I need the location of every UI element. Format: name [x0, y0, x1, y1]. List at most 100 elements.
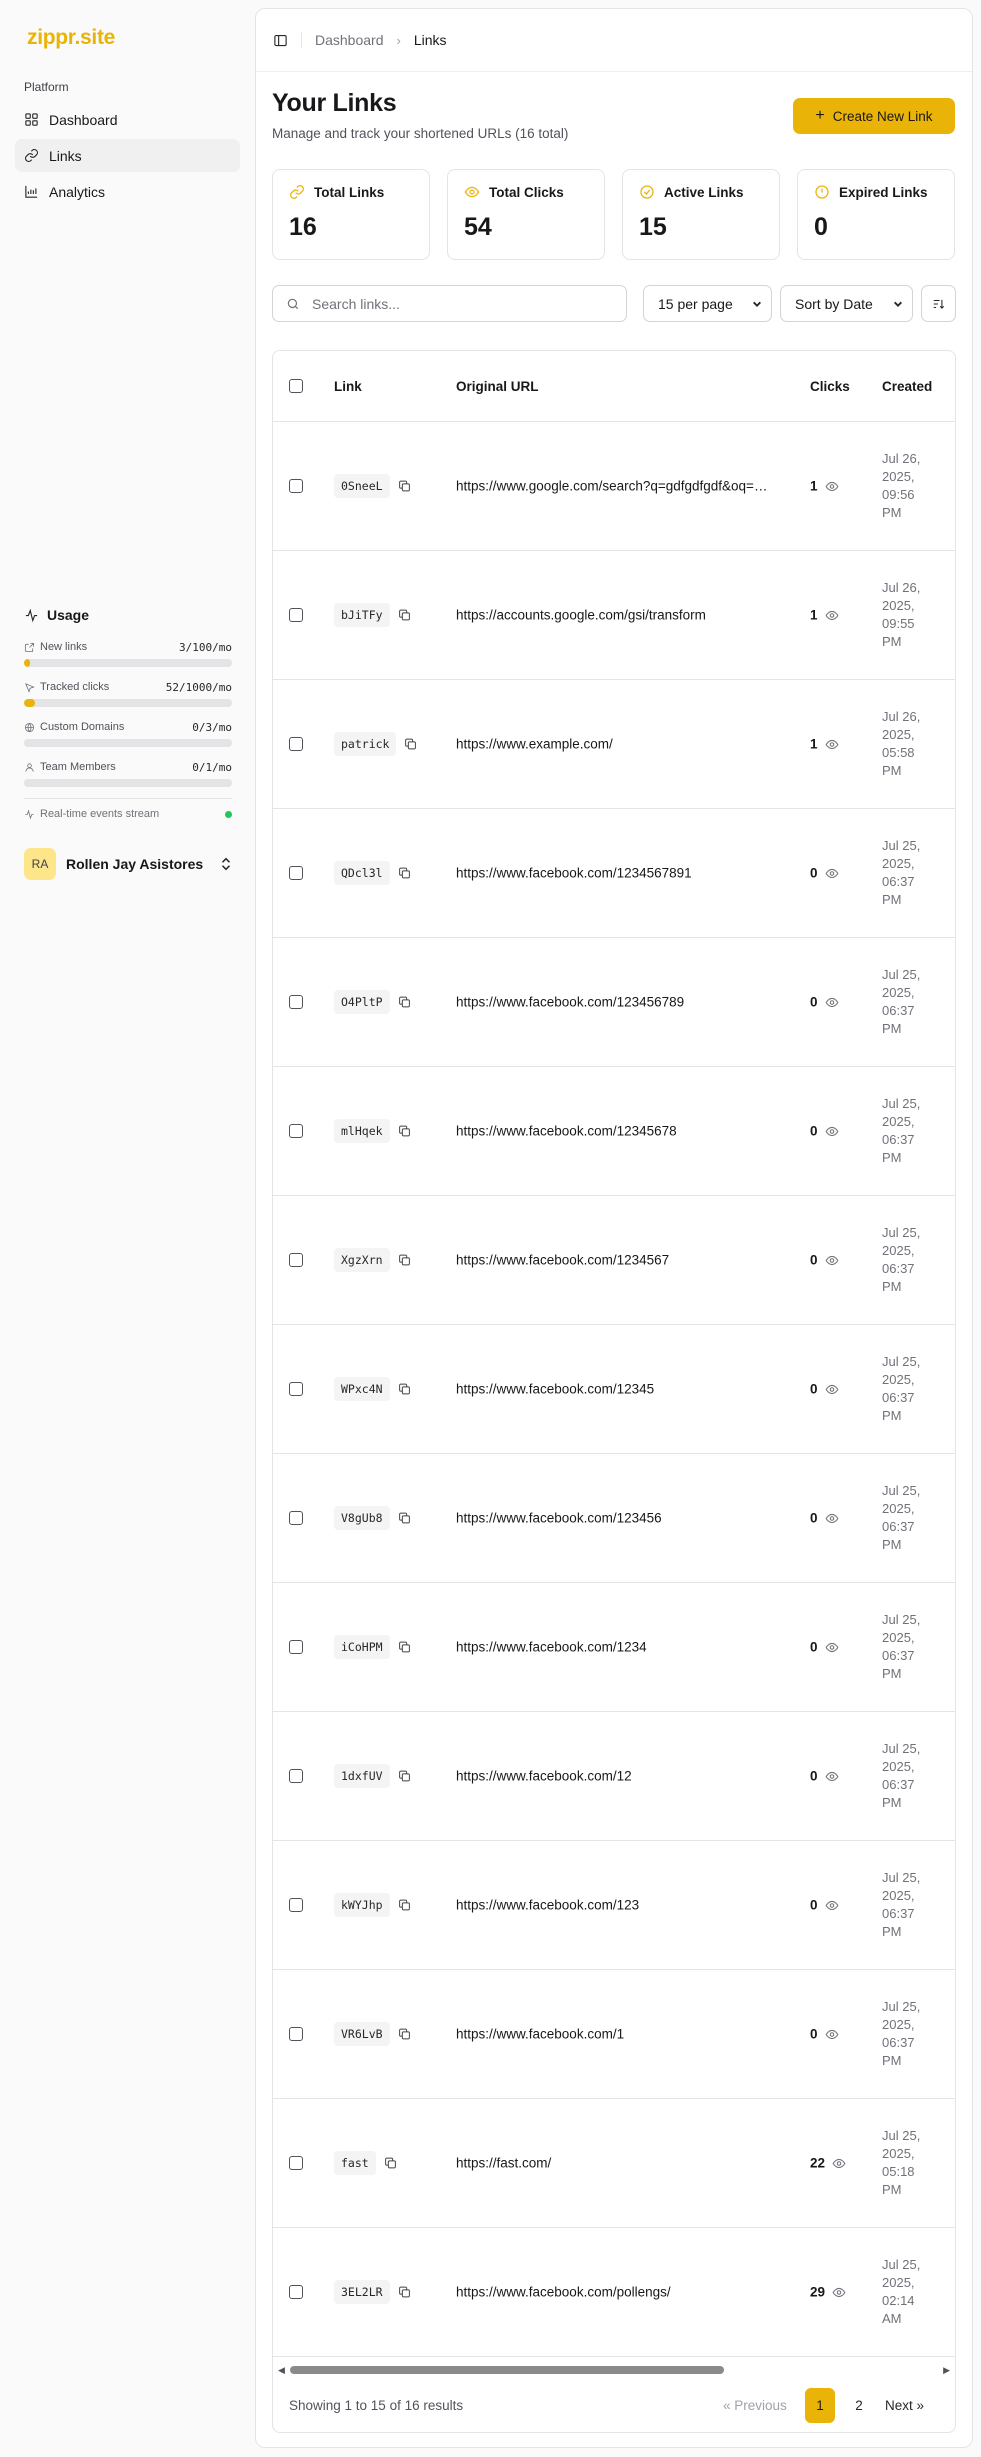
original-url[interactable]: https://www.facebook.com/1234 [456, 1640, 774, 1655]
original-url[interactable]: https://www.facebook.com/1234567 [456, 1253, 774, 1268]
original-url[interactable]: https://www.facebook.com/pollengs/ [456, 2285, 774, 2300]
search-input[interactable] [312, 295, 602, 312]
usage-progress-bar [24, 659, 232, 667]
original-url[interactable]: https://fast.com/ [456, 2156, 774, 2171]
brand-logo[interactable]: zippr.site [27, 26, 115, 50]
pagination-next[interactable]: Next » [885, 2388, 924, 2423]
table-row: VR6LvB https://www.facebook.com/1 0 Jul 25,… [273, 1970, 955, 2099]
row-checkbox[interactable] [289, 1511, 303, 1525]
copy-icon[interactable] [398, 1254, 411, 1267]
copy-icon[interactable] [398, 1383, 411, 1396]
copy-icon[interactable] [398, 1125, 411, 1138]
row-checkbox[interactable] [289, 2285, 303, 2299]
usage-label: New links [40, 641, 88, 653]
original-url[interactable]: https://www.facebook.com/123456 [456, 1511, 774, 1526]
copy-icon[interactable] [398, 480, 411, 493]
table-row: kWYJhp https://www.facebook.com/123 0 Jul 2… [273, 1841, 955, 1970]
sort-direction-button[interactable] [921, 285, 956, 322]
pagination-page-2[interactable]: 2 [849, 2388, 869, 2423]
original-url[interactable]: https://www.facebook.com/1234567891 [456, 866, 774, 881]
page-title: Your Links [272, 89, 397, 117]
per-page-select[interactable]: 15 per page [643, 285, 772, 322]
scroll-left-icon[interactable]: ◀ [278, 2365, 285, 2376]
sidebar-item-links[interactable]: Links [15, 139, 240, 172]
short-link-slug[interactable]: bJiTFy [334, 603, 390, 627]
row-checkbox[interactable] [289, 2027, 303, 2041]
short-link-slug[interactable]: O4PltP [334, 990, 390, 1014]
row-checkbox[interactable] [289, 1124, 303, 1138]
short-link-slug[interactable]: iCoHPM [334, 1635, 390, 1659]
copy-icon[interactable] [398, 867, 411, 880]
scroll-right-icon[interactable]: ▶ [943, 2365, 950, 2376]
nav-group-label: Platform [24, 80, 69, 94]
sidebar-item-dashboard[interactable]: Dashboard [15, 103, 240, 136]
short-link-slug[interactable]: QDcl3l [334, 861, 390, 885]
original-url[interactable]: https://www.facebook.com/12 [456, 1769, 774, 1784]
original-url[interactable]: https://accounts.google.com/gsi/transfor… [456, 608, 774, 623]
original-url[interactable]: https://www.example.com/ [456, 737, 774, 752]
usage-label: Team Members [40, 761, 116, 773]
row-checkbox[interactable] [289, 995, 303, 1009]
copy-icon[interactable] [398, 2286, 411, 2299]
create-new-link-button[interactable]: + Create New Link [793, 98, 955, 134]
row-checkbox[interactable] [289, 737, 303, 751]
row-checkbox[interactable] [289, 2156, 303, 2170]
row-checkbox[interactable] [289, 1898, 303, 1912]
copy-icon[interactable] [384, 2157, 397, 2170]
short-link-slug[interactable]: mlHqek [334, 1119, 390, 1143]
original-url[interactable]: https://www.facebook.com/123 [456, 1898, 774, 1913]
sidebar-item-analytics[interactable]: Analytics [15, 175, 240, 208]
short-link-slug[interactable]: XgzXrn [334, 1248, 390, 1272]
short-link-slug[interactable]: patrick [334, 732, 397, 756]
copy-icon[interactable] [398, 1899, 411, 1912]
original-url[interactable]: https://www.google.com/search?q=gdfgdfgd… [456, 479, 774, 494]
short-link-slug[interactable]: 1dxfUV [334, 1764, 390, 1788]
pagination-previous[interactable]: « Previous [723, 2388, 787, 2423]
original-url[interactable]: https://www.facebook.com/123456789 [456, 995, 774, 1010]
copy-icon[interactable] [404, 738, 417, 751]
created-date-line: Jul 25, [882, 967, 921, 982]
original-url[interactable]: https://www.facebook.com/1 [456, 2027, 774, 2042]
table-row: QDcl3l https://www.facebook.com/123456789… [273, 809, 955, 938]
horizontal-scrollbar[interactable]: ◀ ▶ [273, 2364, 955, 2376]
short-link-slug[interactable]: VR6LvB [334, 2022, 390, 2046]
created-date-line: 06:37 [882, 1261, 915, 1276]
breadcrumb-dashboard[interactable]: Dashboard [315, 32, 384, 48]
row-checkbox[interactable] [289, 1640, 303, 1654]
eye-icon [825, 1513, 838, 1523]
created-date-line: 05:18 [882, 2164, 915, 2179]
short-link-slug[interactable]: V8gUb8 [334, 1506, 390, 1530]
external-link-icon [24, 642, 35, 652]
user-menu[interactable]: RA Rollen Jay Asistores [24, 848, 232, 880]
sidebar-toggle-icon[interactable] [273, 33, 288, 48]
row-checkbox[interactable] [289, 608, 303, 622]
original-url[interactable]: https://www.facebook.com/12345 [456, 1382, 774, 1397]
short-link-slug[interactable]: 0SneeL [334, 474, 390, 498]
copy-icon[interactable] [398, 2028, 411, 2041]
short-link-slug[interactable]: kWYJhp [334, 1893, 390, 1917]
copy-icon[interactable] [398, 1770, 411, 1783]
short-link-slug[interactable]: 3EL2LR [334, 2280, 390, 2304]
row-checkbox[interactable] [289, 479, 303, 493]
row-checkbox[interactable] [289, 1253, 303, 1267]
row-checkbox[interactable] [289, 1769, 303, 1783]
copy-icon[interactable] [398, 1512, 411, 1525]
created-date-line: PM [882, 1537, 902, 1552]
row-checkbox[interactable] [289, 866, 303, 880]
short-link-slug[interactable]: WPxc4N [334, 1377, 390, 1401]
created-date-line: Jul 26, [882, 580, 921, 595]
stat-label: Total Clicks [489, 184, 564, 200]
copy-icon[interactable] [398, 609, 411, 622]
column-header-clicks: Clicks [810, 379, 850, 394]
sort-select[interactable]: Sort by Date [780, 285, 913, 322]
short-link-slug[interactable]: fast [334, 2151, 376, 2175]
scrollbar-thumb[interactable] [290, 2366, 724, 2374]
eye-icon [825, 481, 838, 491]
original-url[interactable]: https://www.facebook.com/12345678 [456, 1124, 774, 1139]
copy-icon[interactable] [398, 996, 411, 1009]
table-header: Link Original URL Clicks Created [273, 351, 955, 422]
pagination-page-1[interactable]: 1 [805, 2388, 835, 2423]
select-all-checkbox[interactable] [289, 379, 303, 393]
copy-icon[interactable] [398, 1641, 411, 1654]
row-checkbox[interactable] [289, 1382, 303, 1396]
